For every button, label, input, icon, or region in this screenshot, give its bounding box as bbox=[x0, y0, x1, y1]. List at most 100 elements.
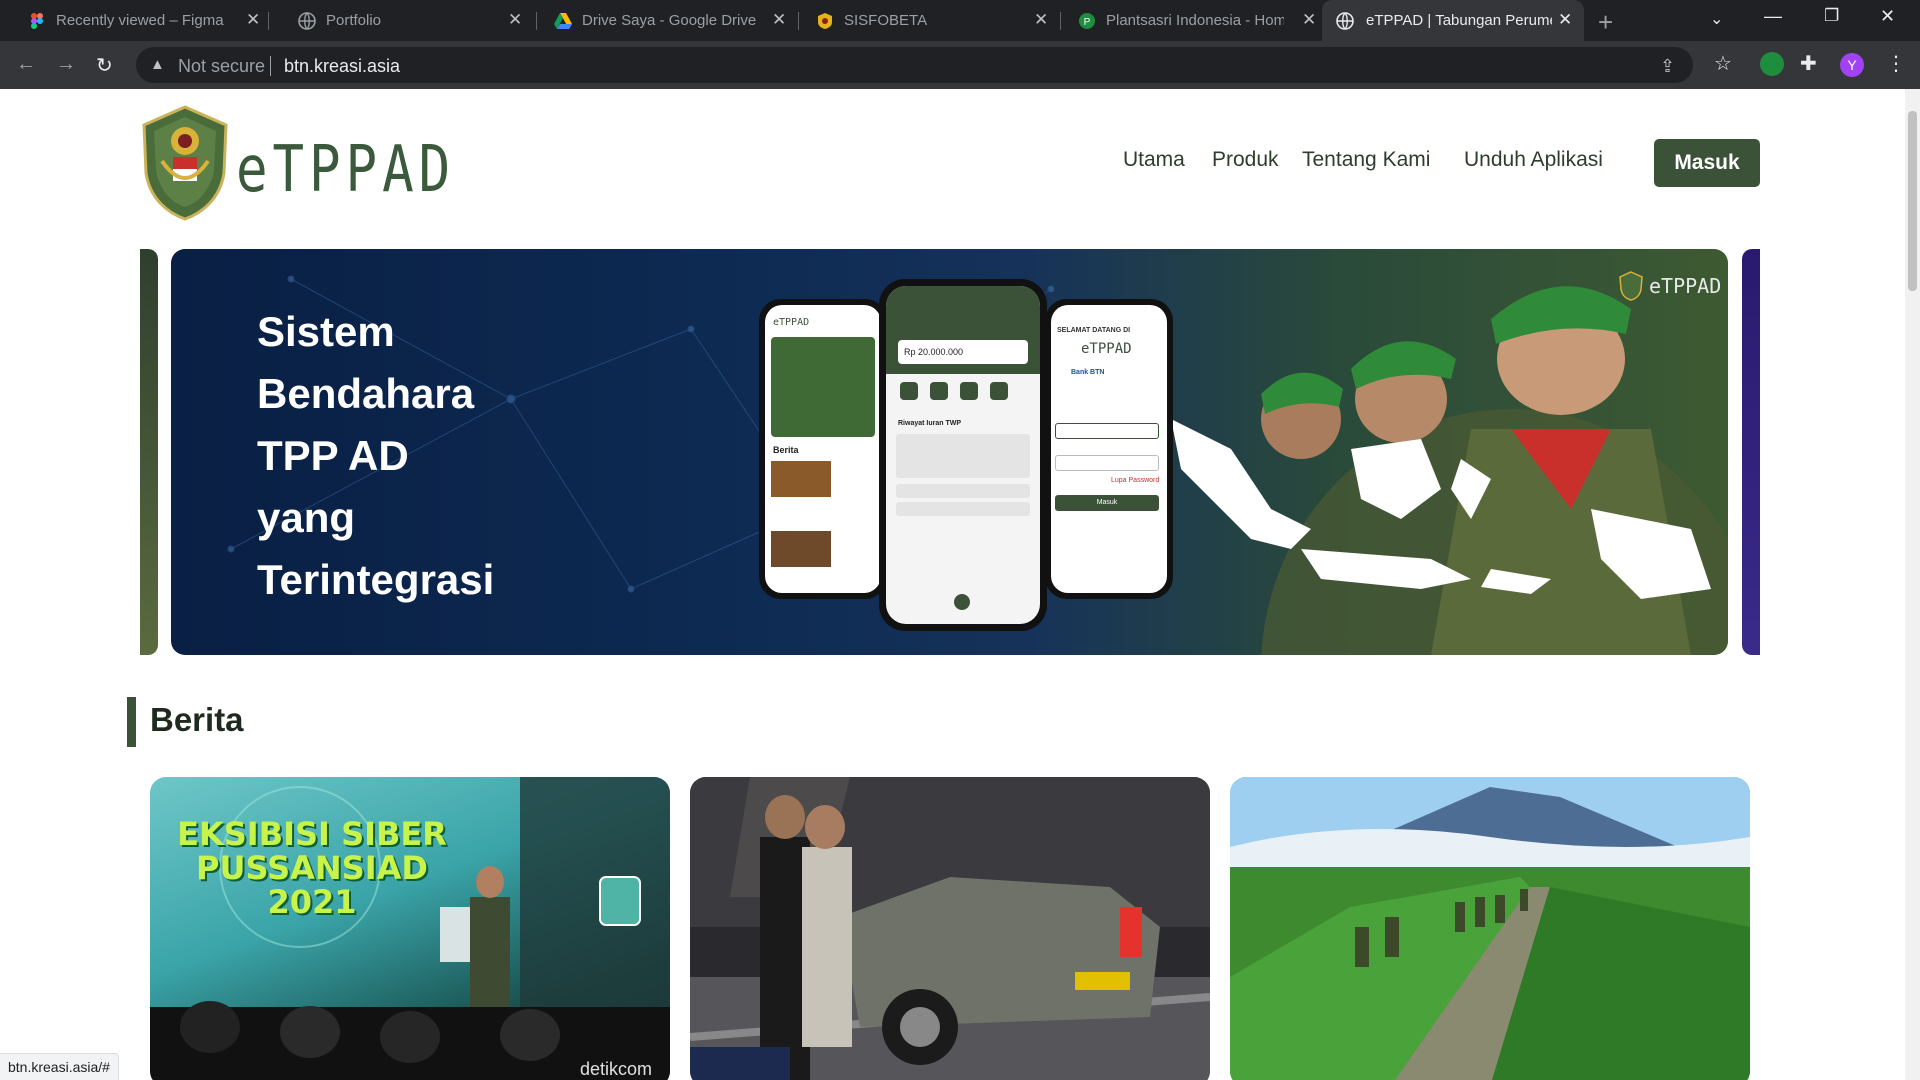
phone-mockup-left: eTPPAD Berita bbox=[759, 299, 887, 599]
news-card[interactable] bbox=[690, 777, 1210, 1080]
browser-tabbar: Recently viewed – Figma ✕ Portfolio ✕ Dr… bbox=[0, 0, 1920, 41]
tab-title: Drive Saya - Google Drive bbox=[582, 12, 757, 29]
web-page: eTPPAD Utama Produk Tentang Kami Unduh A… bbox=[0, 89, 1905, 1080]
close-icon[interactable]: ✕ bbox=[1034, 10, 1048, 30]
address-divider bbox=[270, 56, 271, 76]
nav-link-produk[interactable]: Produk bbox=[1212, 148, 1279, 172]
phone-history-row bbox=[896, 484, 1030, 498]
new-tab-icon[interactable]: + bbox=[1598, 7, 1613, 38]
globe-icon bbox=[298, 12, 316, 30]
phone-login-button: Masuk bbox=[1055, 495, 1159, 511]
phone-shortcuts bbox=[900, 382, 1008, 400]
minimize-icon[interactable]: — bbox=[1764, 6, 1782, 27]
phone-mockup-right: SELAMAT DATANG DI eTPPAD Bank BTN Lupa P… bbox=[1045, 299, 1173, 599]
window-close-icon[interactable]: ✕ bbox=[1880, 6, 1895, 27]
phone-forgot-link: Lupa Password bbox=[1111, 477, 1160, 484]
tni-ad-emblem-logo[interactable] bbox=[140, 103, 230, 221]
menu-kebab-icon[interactable]: ⋮ bbox=[1886, 51, 1906, 76]
news-image-watermark: detikcom bbox=[580, 1059, 653, 1079]
banner-headline: Sistem Bendahara TPP AD yang Terintegras… bbox=[257, 301, 494, 611]
phone-news-thumb bbox=[771, 531, 831, 567]
reload-icon[interactable]: ↻ bbox=[96, 53, 113, 78]
phone-bank-label: Bank BTN bbox=[1071, 369, 1105, 376]
carousel-next-slide[interactable] bbox=[1742, 249, 1760, 655]
close-icon[interactable]: ✕ bbox=[246, 10, 260, 30]
tab-title: Recently viewed – Figma bbox=[56, 12, 224, 29]
section-accent-bar bbox=[127, 697, 136, 747]
news-image-car-incident bbox=[690, 777, 1210, 1080]
phone-section-label: Berita bbox=[773, 445, 799, 455]
banner-brand-text: eTPPAD bbox=[1649, 274, 1722, 298]
nav-link-tentang-kami[interactable]: Tentang Kami bbox=[1302, 148, 1430, 172]
bookmark-star-icon[interactable]: ☆ bbox=[1714, 51, 1732, 76]
tab-divider bbox=[268, 12, 269, 30]
phone-shortcut-icon bbox=[930, 382, 948, 400]
globe-icon bbox=[1336, 12, 1354, 30]
browser-toolbar: ← → ↻ ▲ Not secure btn.kreasi.asia ⇪ ☆ ✚… bbox=[0, 41, 1920, 89]
restore-icon[interactable]: ❐ bbox=[1824, 6, 1839, 26]
tab-figma[interactable]: Recently viewed – Figma ✕ bbox=[0, 0, 265, 41]
hero-banner: Sistem Bendahara TPP AD yang Terintegras… bbox=[171, 249, 1728, 655]
news-image-patrol-field bbox=[1230, 777, 1750, 1080]
news-image-caption: EKSIBISI SIBER PUSSANSIAD 2021 bbox=[177, 815, 447, 921]
share-icon[interactable]: ⇪ bbox=[1660, 56, 1675, 77]
banner-line: yang bbox=[257, 494, 356, 541]
address-bar[interactable]: ▲ Not secure btn.kreasi.asia ⇪ bbox=[136, 47, 1693, 83]
tab-search-chevron-icon[interactable]: ⌄ bbox=[1710, 9, 1723, 29]
phone-hero-image bbox=[771, 337, 875, 437]
tab-sisfobeta[interactable]: SISFOBETA ✕ bbox=[788, 0, 1058, 41]
banner-brand-mark: eTPPAD bbox=[1619, 271, 1721, 301]
phone-history-label: Riwayat Iuran TWP bbox=[898, 420, 962, 427]
section-title-berita: Berita bbox=[150, 701, 244, 738]
carousel-prev-slide[interactable] bbox=[140, 249, 158, 655]
phone-shortcut-icon bbox=[960, 382, 978, 400]
status-url-bubble: btn.kreasi.asia/# bbox=[0, 1053, 119, 1080]
profile-avatar[interactable]: Y bbox=[1840, 53, 1864, 77]
tab-plantsasri[interactable]: P Plantsasri Indonesia - Hom ✕ bbox=[1050, 0, 1320, 41]
nav-link-utama[interactable]: Utama bbox=[1123, 148, 1185, 172]
tab-google-drive[interactable]: Drive Saya - Google Drive ✕ bbox=[526, 0, 796, 41]
close-icon[interactable]: ✕ bbox=[508, 10, 522, 30]
emblem-icon bbox=[818, 13, 832, 29]
banner-line: Bendahara bbox=[257, 370, 475, 417]
tab-title: SISFOBETA bbox=[844, 12, 928, 29]
extensions-puzzle-icon[interactable]: ✚ bbox=[1800, 51, 1817, 76]
login-button[interactable]: Masuk bbox=[1654, 139, 1760, 187]
close-icon[interactable]: ✕ bbox=[1302, 10, 1316, 30]
extension-green-icon[interactable] bbox=[1760, 52, 1784, 76]
emblem-icon bbox=[1619, 271, 1643, 301]
security-label[interactable]: Not secure bbox=[178, 56, 265, 77]
news-card[interactable] bbox=[1230, 777, 1750, 1080]
site-logo-text[interactable]: eTPPAD bbox=[236, 133, 455, 207]
tab-title: Portfolio bbox=[326, 12, 382, 29]
url-text[interactable]: btn.kreasi.asia bbox=[284, 56, 400, 77]
news-card[interactable]: EKSIBISI SIBER PUSSANSIAD 2021 detikcom bbox=[150, 777, 670, 1080]
google-drive-icon bbox=[554, 13, 572, 29]
phone-balance-card: Rp 20.000.000 bbox=[898, 340, 1028, 364]
warning-triangle-icon[interactable]: ▲ bbox=[150, 56, 165, 73]
phone-mockup-center: Rp 20.000.000 Riwayat Iuran TWP bbox=[879, 279, 1047, 631]
close-icon[interactable]: ✕ bbox=[1558, 10, 1572, 30]
banner-line: Sistem bbox=[257, 308, 395, 355]
svg-text:P: P bbox=[1084, 17, 1091, 28]
phone-password-field bbox=[1055, 455, 1159, 471]
phone-app-name: eTPPAD bbox=[773, 317, 810, 328]
back-arrow-icon[interactable]: ← bbox=[16, 53, 36, 76]
nav-link-unduh-aplikasi[interactable]: Unduh Aplikasi bbox=[1464, 148, 1603, 172]
phone-shortcut-icon bbox=[990, 382, 1008, 400]
phone-news-thumb bbox=[771, 461, 831, 497]
phone-shortcut-icon bbox=[900, 382, 918, 400]
tab-etppad-active[interactable]: eTPPAD | Tabungan Perume ✕ bbox=[1322, 0, 1584, 41]
phone-home-button bbox=[954, 594, 970, 610]
scrollbar-thumb[interactable] bbox=[1908, 111, 1917, 291]
banner-line: TPP AD bbox=[257, 432, 409, 479]
phone-username-field bbox=[1055, 423, 1159, 439]
forward-arrow-icon[interactable]: → bbox=[56, 53, 76, 76]
banner-line: Terintegrasi bbox=[257, 556, 495, 603]
tab-title: Plantsasri Indonesia - Hom bbox=[1106, 12, 1284, 29]
figma-icon bbox=[31, 13, 43, 29]
close-icon[interactable]: ✕ bbox=[772, 10, 786, 30]
tab-portfolio[interactable]: Portfolio ✕ bbox=[270, 0, 534, 41]
page-scrollbar[interactable] bbox=[1905, 89, 1920, 1080]
plantsasri-icon: P bbox=[1079, 13, 1095, 29]
